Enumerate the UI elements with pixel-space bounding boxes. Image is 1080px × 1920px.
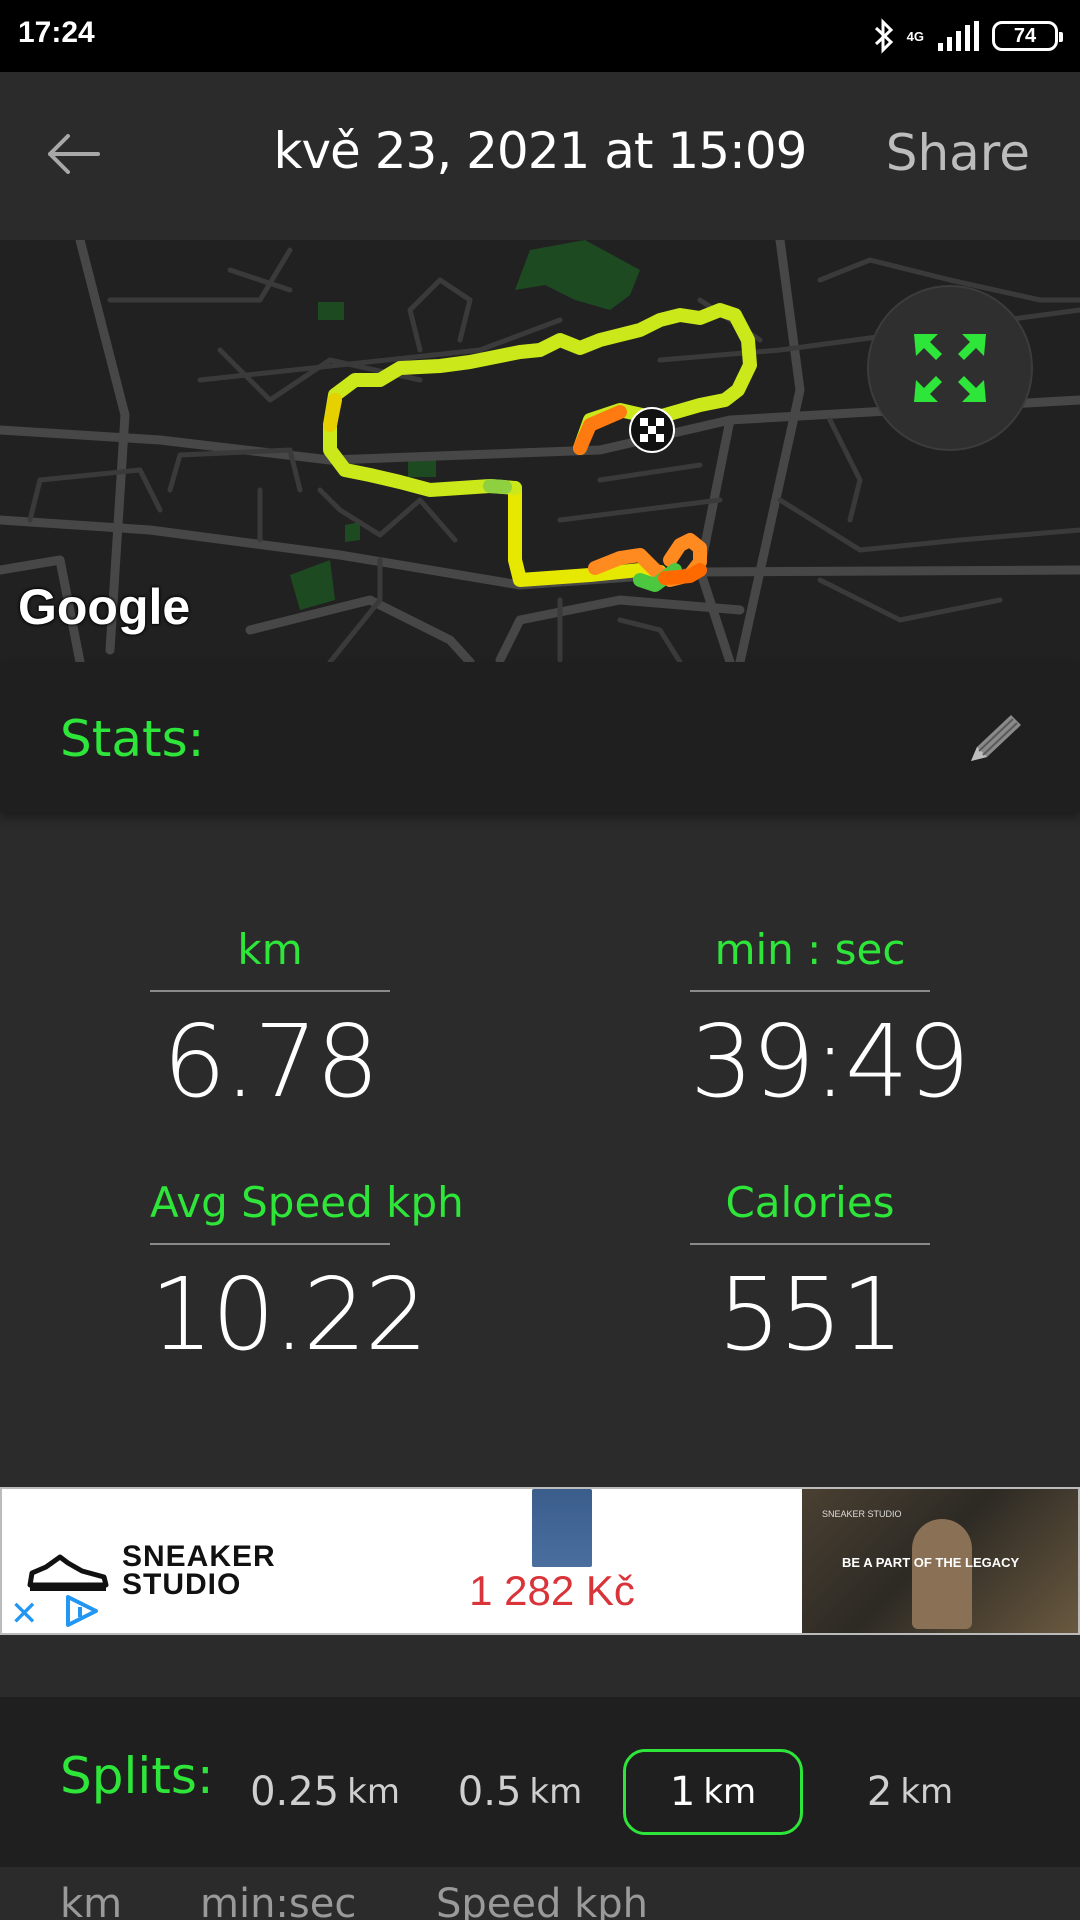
share-button[interactable]: Share bbox=[886, 124, 1030, 182]
page-title: kvě 23, 2021 at 15:09 bbox=[273, 122, 808, 180]
split-option-2-km[interactable]: 2 km bbox=[850, 1749, 970, 1835]
app-bar: kvě 23, 2021 at 15:09 Share bbox=[0, 72, 1080, 240]
ad-tagline: BE A PART OF THE LEGACY bbox=[842, 1555, 1020, 1570]
ad-image-brand: SNEAKER STUDIO bbox=[822, 1509, 902, 1519]
sneaker-icon bbox=[27, 1554, 109, 1591]
splits-title: Splits: bbox=[60, 1747, 214, 1805]
pencil-icon bbox=[971, 715, 1021, 761]
ad-brand-line1: SNEAKER bbox=[122, 1540, 276, 1573]
distance-stat: km 6.78 bbox=[150, 920, 390, 1132]
distance-label: km bbox=[237, 925, 303, 974]
signal-icon bbox=[936, 21, 980, 51]
speed-value: 10.22 bbox=[150, 1256, 428, 1373]
stats-title: Stats: bbox=[60, 710, 205, 768]
ad-photo: SNEAKER STUDIO BE A PART OF THE LEGACY bbox=[802, 1489, 1078, 1633]
google-attribution: Google bbox=[18, 579, 191, 635]
duration-stat: min : sec 39:49 bbox=[690, 920, 970, 1132]
split-value: 0.25 bbox=[250, 1769, 340, 1815]
duration-label: min : sec bbox=[714, 925, 906, 974]
ad-choices-icon[interactable] bbox=[62, 1593, 102, 1633]
battery-indicator: 74 bbox=[992, 21, 1063, 51]
expand-icon bbox=[914, 334, 986, 402]
finish-flag-icon bbox=[629, 407, 675, 453]
speed-stat: Avg Speed kph 10.22 bbox=[150, 1173, 464, 1385]
ad-logo: SNEAKER STUDIO bbox=[26, 1540, 276, 1601]
ad-banner[interactable]: SNEAKER STUDIO 1 282 Kč ✕ SNEAKER STUDIO… bbox=[0, 1487, 1080, 1635]
splits-table-header: km min:sec Speed kph bbox=[0, 1867, 1080, 1920]
split-option-0-5-km[interactable]: 0.5 km bbox=[450, 1749, 590, 1835]
ad-price: 1 282 Kč bbox=[469, 1567, 635, 1614]
calories-label: Calories bbox=[725, 1178, 895, 1227]
ad-person-figure bbox=[912, 1519, 972, 1629]
column-header-speed: Speed kph bbox=[436, 1881, 649, 1920]
split-unit: km bbox=[900, 1772, 954, 1812]
split-option-1-km[interactable]: 1 km bbox=[623, 1749, 803, 1835]
ad-close-icon[interactable]: ✕ bbox=[10, 1597, 39, 1631]
status-icons: 4G 74 bbox=[873, 14, 1063, 58]
calories-stat: Calories 551 bbox=[690, 1173, 930, 1385]
split-unit: km bbox=[703, 1772, 757, 1812]
distance-value: 6.78 bbox=[162, 1003, 380, 1120]
calories-value: 551 bbox=[717, 1256, 905, 1373]
split-value: 2 bbox=[866, 1769, 893, 1815]
bluetooth-icon bbox=[873, 18, 895, 54]
splits-bar: Splits: 0.25 km 0.5 km 1 km 2 km bbox=[0, 1697, 1080, 1867]
speed-label: Avg Speed kph bbox=[150, 1178, 464, 1227]
status-bar: 17:24 4G 74 bbox=[0, 0, 1080, 72]
ad-brand-line2: STUDIO bbox=[122, 1568, 242, 1601]
column-header-km: km bbox=[60, 1881, 123, 1920]
back-button[interactable] bbox=[40, 124, 106, 184]
fullscreen-button[interactable] bbox=[867, 285, 1033, 451]
status-time: 17:24 bbox=[18, 16, 95, 49]
split-option-0-25-km[interactable]: 0.25 km bbox=[250, 1749, 400, 1835]
route-map[interactable]: Google bbox=[0, 240, 1080, 662]
split-unit: km bbox=[347, 1772, 400, 1812]
network-type-label: 4G bbox=[906, 28, 924, 44]
stats-header: Stats: bbox=[0, 662, 1080, 812]
split-value: 0.5 bbox=[457, 1769, 522, 1815]
ad-product-image bbox=[532, 1489, 592, 1567]
split-unit: km bbox=[529, 1772, 583, 1812]
split-value: 1 bbox=[669, 1769, 696, 1815]
column-header-time: min:sec bbox=[200, 1881, 357, 1920]
arrow-left-icon bbox=[48, 134, 100, 174]
edit-button[interactable] bbox=[960, 704, 1030, 774]
duration-value: 39:49 bbox=[690, 1003, 970, 1120]
